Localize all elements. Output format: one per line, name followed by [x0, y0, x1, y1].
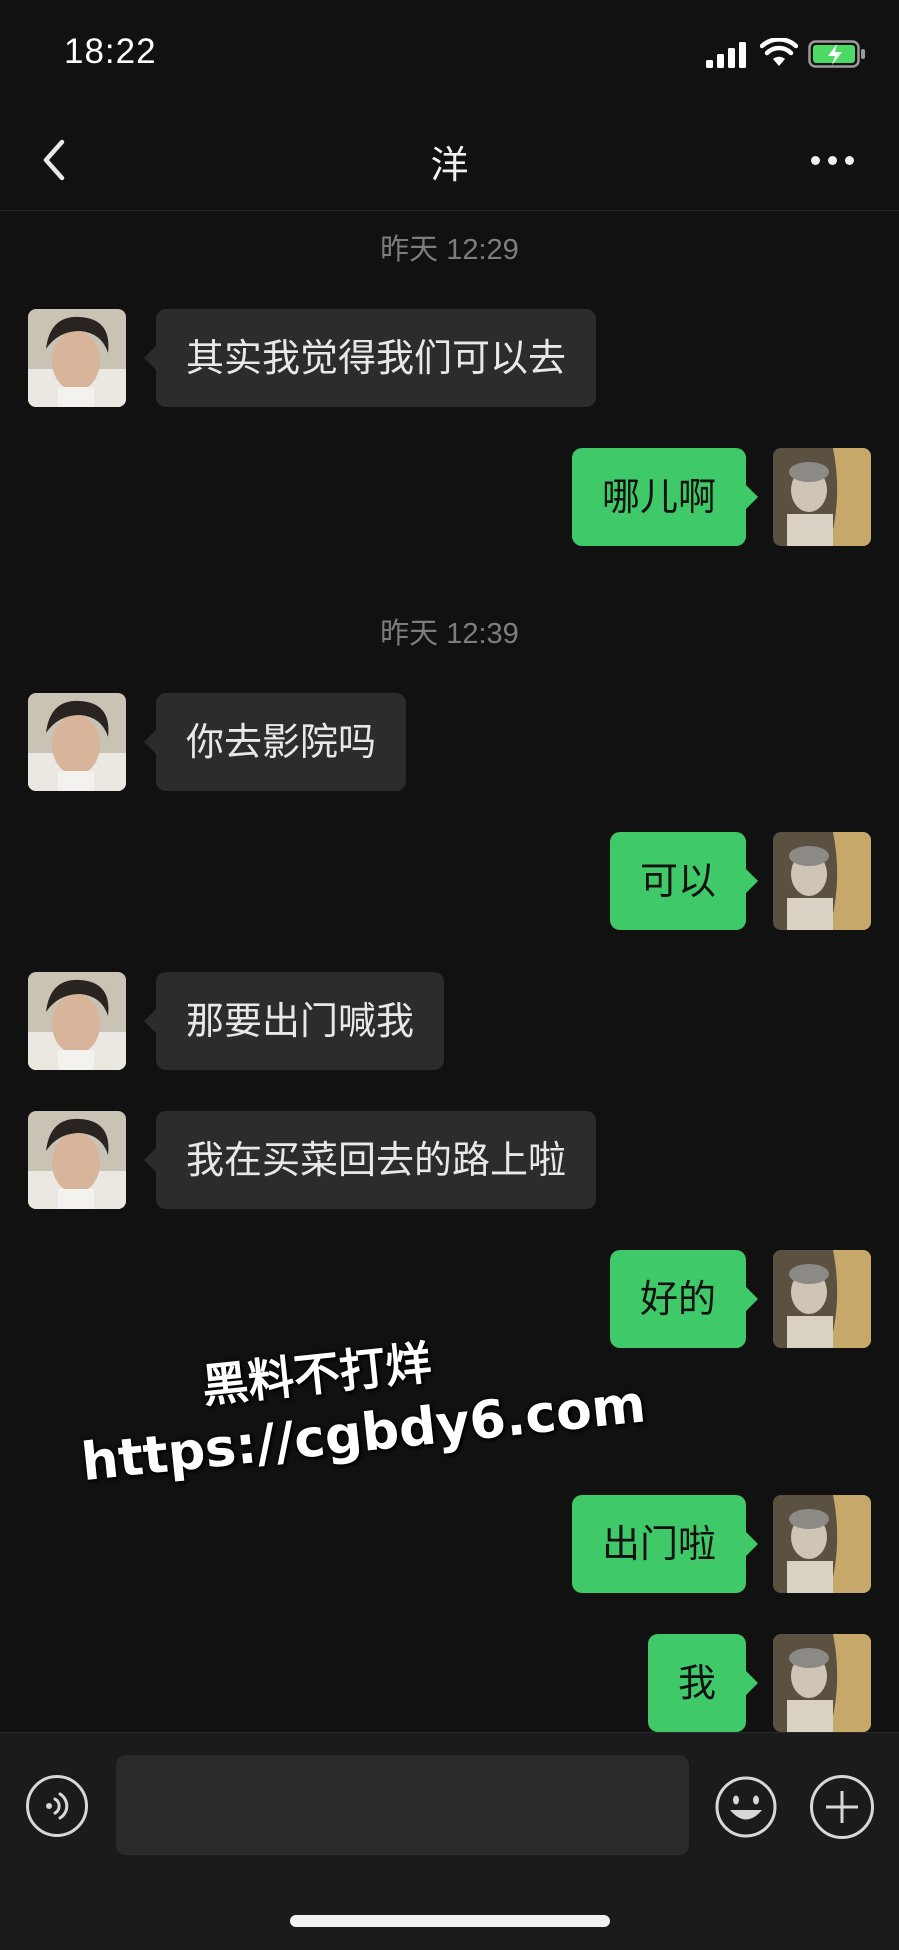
- outgoing-message-bubble[interactable]: 哪儿啊: [571, 448, 759, 546]
- message-input[interactable]: [116, 1755, 689, 1855]
- status-time: 18:22: [64, 32, 157, 71]
- my-avatar[interactable]: [773, 1250, 871, 1348]
- chat-header: 洋: [0, 110, 899, 211]
- my-avatar[interactable]: [773, 832, 871, 930]
- outgoing-message-bubble[interactable]: 可以: [609, 832, 759, 930]
- wifi-icon: [760, 38, 798, 66]
- status-bar: 18:22: [0, 0, 899, 110]
- my-avatar[interactable]: [773, 1634, 871, 1732]
- message-timestamp: 昨天 12:29: [380, 234, 519, 266]
- incoming-message-bubble[interactable]: 你去影院吗: [143, 693, 407, 791]
- add-more-icon[interactable]: [810, 1775, 874, 1839]
- contact-avatar[interactable]: [28, 972, 126, 1070]
- message-timestamp: 昨天 12:39: [380, 618, 519, 650]
- voice-input-icon[interactable]: [26, 1775, 88, 1837]
- more-dots-icon[interactable]: [809, 142, 857, 178]
- incoming-message-bubble[interactable]: 那要出门喊我: [143, 972, 445, 1070]
- emoji-icon[interactable]: [714, 1775, 778, 1839]
- contact-avatar[interactable]: [28, 693, 126, 791]
- outgoing-message-bubble[interactable]: 出门啦: [571, 1495, 759, 1593]
- chat-title: 洋: [430, 143, 469, 187]
- contact-avatar[interactable]: [28, 309, 126, 407]
- incoming-message-bubble[interactable]: 我在买菜回去的路上啦: [143, 1111, 597, 1209]
- my-avatar[interactable]: [773, 1495, 871, 1593]
- battery-charging-icon: [808, 40, 865, 68]
- contact-avatar[interactable]: [28, 1111, 126, 1209]
- incoming-message-bubble[interactable]: 其实我觉得我们可以去: [143, 309, 597, 407]
- watermark: 黑料不打烊 https://cgbdy6.com: [70, 1298, 649, 1521]
- cellular-signal-icon: [706, 42, 746, 68]
- outgoing-message-bubble[interactable]: 我: [647, 1634, 759, 1732]
- home-indicator[interactable]: [290, 1915, 610, 1927]
- outgoing-message-bubble[interactable]: 好的: [609, 1250, 759, 1348]
- my-avatar[interactable]: [773, 448, 871, 546]
